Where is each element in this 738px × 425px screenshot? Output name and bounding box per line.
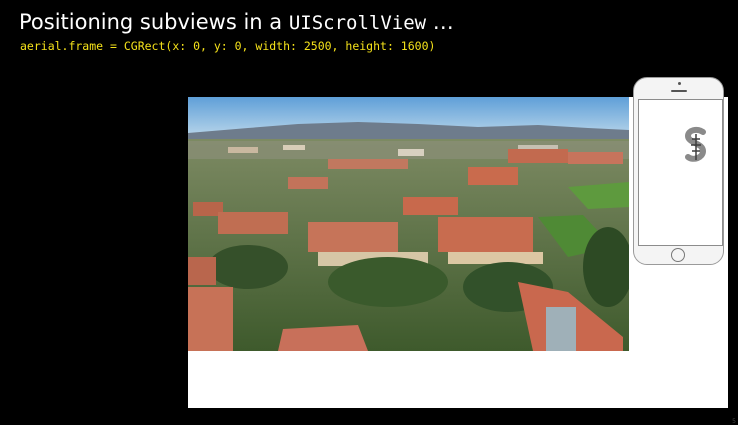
speaker-icon bbox=[671, 90, 687, 92]
title-prefix: Positioning subviews in a bbox=[19, 10, 289, 34]
title-code: UIScrollView bbox=[288, 12, 427, 34]
stanford-logo-icon bbox=[684, 126, 707, 162]
slide-title: Positioning subviews in a UIScrollView … bbox=[19, 9, 454, 36]
iphone-illustration bbox=[633, 77, 724, 265]
iphone-screen bbox=[638, 99, 723, 246]
title-suffix: … bbox=[426, 10, 454, 34]
code-line: aerial.frame = CGRect(x: 0, y: 0, width:… bbox=[20, 39, 436, 53]
camera-icon bbox=[678, 82, 681, 85]
home-button bbox=[671, 248, 685, 262]
page-number: 5 bbox=[732, 418, 736, 425]
aerial-image bbox=[188, 97, 629, 351]
